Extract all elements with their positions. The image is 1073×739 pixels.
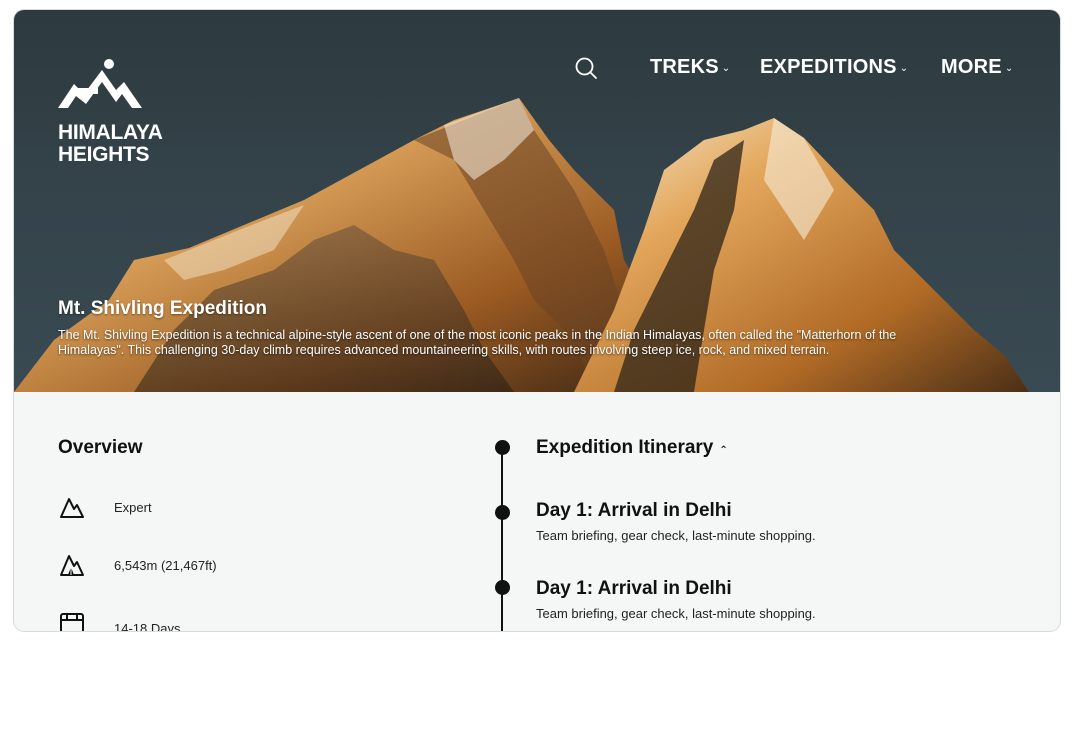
chevron-down-icon: ⌄	[721, 63, 731, 74]
timeline-dot	[495, 440, 510, 455]
itinerary-day-title: Day 1: Arrival in Delhi	[536, 578, 732, 599]
itinerary-day-text: Team briefing, gear check, last-minute s…	[536, 528, 816, 543]
overview-item-duration: 14-18 Days	[58, 609, 358, 631]
calendar-icon	[58, 609, 86, 631]
hero-text: Mt. Shivling Expedition The Mt. Shivling…	[58, 298, 958, 358]
search-icon[interactable]	[574, 56, 598, 80]
timeline-dot	[495, 505, 510, 520]
itinerary-day-text: Team briefing, gear check, last-minute s…	[536, 606, 816, 621]
nav-item-label: MORE	[941, 56, 1002, 78]
chevron-down-icon: ⌄	[899, 63, 909, 74]
hero-banner: HIMALAYA HEIGHTS TREKS ⌄ EXPEDITIONS ⌄ M…	[14, 10, 1060, 392]
chevron-down-icon: ⌄	[1004, 63, 1014, 74]
brand-name-line2: HEIGHTS	[58, 143, 150, 166]
timeline-dot	[495, 580, 510, 595]
itinerary-toggle[interactable]: Expedition Itinerary ⌃	[536, 437, 728, 459]
nav-item-more[interactable]: MORE ⌄	[941, 56, 1013, 79]
nav-item-treks[interactable]: TREKS ⌄	[650, 56, 730, 79]
page-frame: HIMALAYA HEIGHTS TREKS ⌄ EXPEDITIONS ⌄ M…	[14, 10, 1060, 631]
nav-item-label: TREKS	[650, 56, 719, 78]
itinerary-day-title: Day 1: Arrival in Delhi	[536, 500, 732, 521]
itinerary-day: Day 1: Arrival in Delhi Team briefing, g…	[536, 578, 816, 621]
nav-item-label: EXPEDITIONS	[760, 56, 897, 78]
brand-name-line1: HIMALAYA	[58, 121, 163, 144]
nav-item-expeditions[interactable]: EXPEDITIONS ⌄	[760, 56, 908, 79]
hero-title: Mt. Shivling Expedition	[58, 298, 267, 319]
overview-item-altitude: 6,543m (21,467ft)	[58, 551, 358, 579]
itinerary-title: Expedition Itinerary	[536, 437, 714, 458]
itinerary-day: Day 1: Arrival in Delhi Team briefing, g…	[536, 500, 816, 543]
overview-section: Overview	[58, 437, 143, 459]
itinerary-timeline	[501, 447, 503, 631]
overview-item-label: Expert	[114, 499, 152, 515]
overview-item-difficulty: Expert	[58, 493, 358, 521]
main-nav: TREKS ⌄ EXPEDITIONS ⌄ MORE ⌄	[14, 52, 1060, 82]
chevron-up-icon: ⌃	[719, 444, 728, 456]
overview-item-label: 6,543m (21,467ft)	[114, 557, 217, 573]
hero-description: The Mt. Shivling Expedition is a technic…	[58, 328, 897, 357]
overview-title: Overview	[58, 437, 143, 458]
altitude-icon	[58, 551, 86, 579]
overview-item-label: 14-18 Days	[114, 621, 181, 631]
mountain-icon	[58, 493, 86, 521]
